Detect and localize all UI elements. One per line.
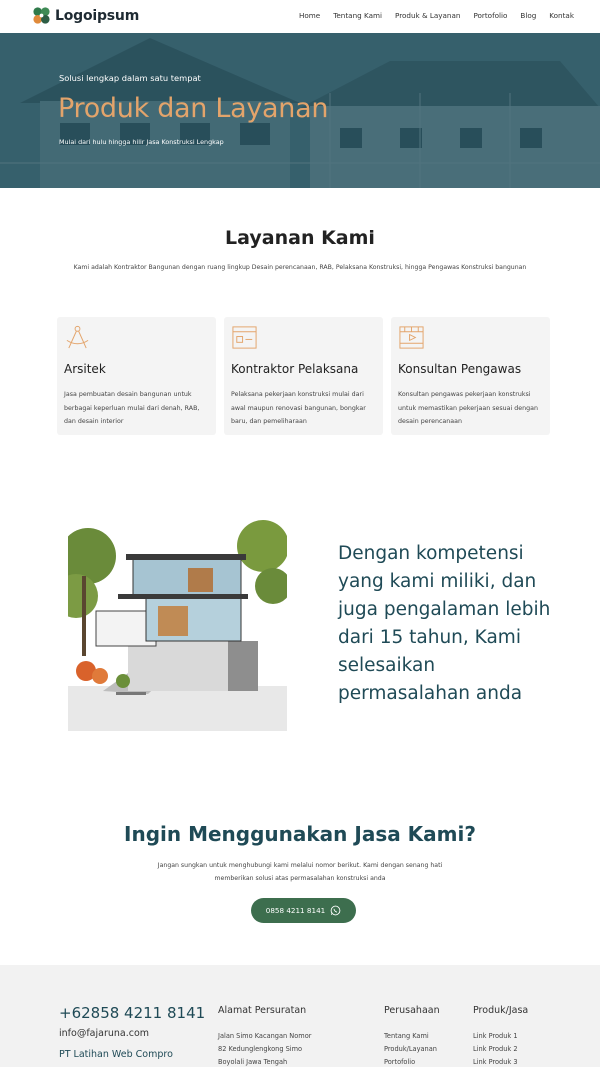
footer-perusahaan-title: Perusahaan (384, 1005, 440, 1016)
footer-link-portofolio[interactable]: Portofolio (384, 1058, 415, 1066)
service-card-text: Pelaksana pekerjaan konstruksi mulai dar… (231, 391, 366, 425)
footer-link-produk-2[interactable]: Link Produk 2 (473, 1045, 518, 1053)
footer-address-line: Jalan Simo Kacangan Nomor (218, 1032, 312, 1040)
site-footer: +62858 4211 8141 info@fajaruna.com PT La… (0, 965, 600, 1067)
nav-tentang-kami[interactable]: Tentang Kami (333, 11, 382, 20)
compass-icon (66, 325, 89, 349)
whatsapp-button[interactable]: 0858 4211 8141 (251, 898, 356, 923)
footer-address-line: 82 Kedunglengkong Simo (218, 1045, 303, 1053)
hero-banner: Solusi lengkap dalam satu tempat Produk … (0, 33, 600, 188)
house-illustration (68, 516, 287, 731)
footer-link-produk-1[interactable]: Link Produk 1 (473, 1032, 518, 1040)
service-card-arsitek[interactable]: Arsitek Jasa pembuatan desain bangunan u… (57, 317, 216, 435)
footer-phone[interactable]: +62858 4211 8141 (59, 1004, 205, 1022)
feature-statement: Dengan kompetensi yang kami miliki, dan … (338, 543, 551, 704)
service-card-title: Konsultan Pengawas (398, 362, 522, 376)
main-nav: Home Tentang Kami Produk & Layanan Porto… (299, 11, 574, 20)
footer-link-produk-layanan[interactable]: Produk/Layanan (384, 1045, 437, 1053)
site-header: Logoipsum Home Tentang Kami Produk & Lay… (0, 0, 600, 33)
page-title: Produk dan Layanan (58, 93, 329, 124)
nav-kontak[interactable]: Kontak (549, 11, 574, 20)
footer-link-tentang-kami[interactable]: Tentang Kami (384, 1032, 429, 1040)
service-card-konsultan[interactable]: Konsultan Pengawas Konsultan pengawas pe… (391, 317, 550, 435)
service-card-kontraktor[interactable]: Kontraktor Pelaksana Pelaksana pekerjaan… (224, 317, 383, 435)
footer-company: PT Latihan Web Compro (59, 1049, 173, 1060)
hero-subtitle: Mulai dari hulu hingga hilir Jasa Konstr… (59, 138, 224, 146)
logo-icon (33, 7, 50, 24)
whatsapp-icon (330, 905, 341, 916)
logo[interactable]: Logoipsum (32, 6, 139, 25)
footer-link-produk-3[interactable]: Link Produk 3 (473, 1058, 518, 1066)
footer-address-title: Alamat Persuratan (218, 1005, 307, 1016)
cta-title: Ingin Menggunakan Jasa Kami? (124, 822, 476, 846)
services-title: Layanan Kami (225, 227, 375, 249)
nav-home[interactable]: Home (299, 11, 320, 20)
service-card-text: Jasa pembuatan desain bangunan untuk ber… (64, 391, 200, 425)
service-card-title: Arsitek (64, 362, 106, 376)
nav-produk-layanan[interactable]: Produk & Layanan (395, 11, 460, 20)
footer-address-line: Boyolali Jawa Tengah (218, 1058, 288, 1066)
service-card-text: Konsultan pengawas pekerjaan konstruksi … (398, 391, 538, 425)
logo-text: Logoipsum (55, 7, 140, 24)
nav-portofolio[interactable]: Portofolio (473, 11, 507, 20)
video-film-icon (399, 326, 424, 349)
footer-email[interactable]: info@fajaruna.com (59, 1028, 149, 1039)
whatsapp-button-label: 0858 4211 8141 (265, 906, 326, 915)
nav-blog[interactable]: Blog (520, 11, 536, 20)
browser-window-icon (232, 326, 257, 349)
hero-kicker: Solusi lengkap dalam satu tempat (59, 73, 201, 83)
cta-description: Jangan sungkan untuk menghubungi kami me… (157, 862, 443, 882)
footer-produk-title: Produk/Jasa (473, 1005, 529, 1016)
service-card-title: Kontraktor Pelaksana (231, 362, 359, 376)
services-description: Kami adalah Kontraktor Bangunan dengan r… (73, 264, 527, 271)
